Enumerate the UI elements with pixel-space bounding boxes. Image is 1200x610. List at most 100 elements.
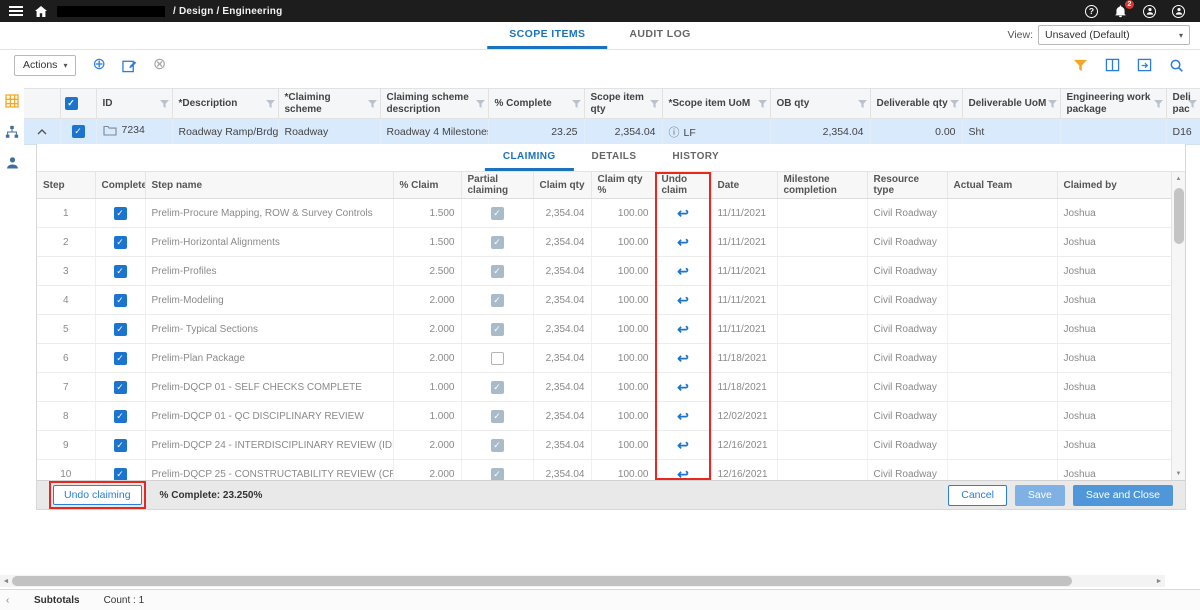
tab-scope-items[interactable]: SCOPE ITEMS [487,22,607,49]
help-icon[interactable]: ? [1084,4,1099,19]
column-header-claiming-scheme-description[interactable]: Claiming scheme description [380,89,488,119]
undo-claim-button[interactable]: ↩ [677,351,689,365]
detail-column-header-claim[interactable]: % Claim [393,172,461,199]
undo-claim-button[interactable]: ↩ [677,409,689,423]
partial-claiming-checkbox[interactable]: ✓ [491,323,504,336]
edit-icon[interactable] [122,58,137,73]
detail-column-header-claimed-by[interactable]: Claimed by [1057,172,1173,199]
complete-checkbox[interactable]: ✓ [114,207,127,220]
undo-claim-button[interactable]: ↩ [677,467,689,481]
info-icon[interactable]: ⓘ [669,127,680,139]
cancel-icon[interactable]: ⊗ [153,57,166,73]
undo-claim-button[interactable]: ↩ [677,206,689,220]
partial-claiming-checkbox[interactable]: ✓ [491,410,504,423]
save-button[interactable]: Save [1015,485,1065,506]
save-and-close-button[interactable]: Save and Close [1073,485,1173,506]
partial-claiming-checkbox[interactable]: ✓ [491,468,504,481]
column-header-deli-pac[interactable]: Deli pac [1166,89,1200,119]
partial-claiming-checkbox[interactable]: ✓ [491,265,504,278]
row-expander[interactable] [24,119,60,145]
detail-column-header-resource-type[interactable]: Resource type [867,172,947,199]
collapse-left-icon[interactable]: ‹ [6,595,9,606]
column-chooser-icon[interactable] [1105,58,1120,72]
view-select[interactable]: Unsaved (Default) ▾ [1038,25,1190,45]
column-filter-icon[interactable] [160,100,169,108]
profile-icon[interactable] [1171,4,1186,19]
column-header-ob-qty[interactable]: OB qty [770,89,870,119]
resources-view-icon[interactable] [6,156,19,169]
column-header-claiming-scheme[interactable]: *Claiming scheme [278,89,380,119]
complete-checkbox[interactable]: ✓ [114,236,127,249]
column-header-deliverable-qty[interactable]: Deliverable qty [870,89,962,119]
filter-icon[interactable] [1073,59,1088,72]
select-all-checkbox[interactable]: ✓ [65,97,78,110]
undo-claim-button[interactable]: ↩ [677,380,689,394]
scroll-right-icon[interactable]: ► [1153,578,1165,585]
column-filter-icon[interactable] [950,100,959,108]
scroll-left-icon[interactable]: ◄ [0,578,12,585]
column-filter-icon[interactable] [572,100,581,108]
partial-claiming-checkbox[interactable]: ✓ [491,207,504,220]
detail-column-header-step-name[interactable]: Step name [145,172,393,199]
column-filter-icon[interactable] [758,100,767,108]
detail-column-header-date[interactable]: Date [711,172,777,199]
saved-views-icon[interactable] [1137,58,1152,72]
partial-claiming-checkbox[interactable] [491,352,504,365]
detail-column-header-milestone-completion[interactable]: Milestone completion [777,172,867,199]
notifications-bell-icon[interactable]: 2 [1113,4,1128,19]
column-filter-icon[interactable] [266,100,275,108]
column-header-scope-item-qty[interactable]: Scope item qty [584,89,662,119]
undo-claim-button[interactable]: ↩ [677,235,689,249]
tab-history[interactable]: HISTORY [654,144,737,171]
column-filter-icon[interactable] [476,100,485,108]
undo-claiming-button[interactable]: Undo claiming [53,485,142,505]
column-header-engineering-work-package[interactable]: Engineering work package [1060,89,1166,119]
horizontal-scroll-thumb[interactable] [12,576,1072,586]
scroll-up-icon[interactable]: ▲ [1172,172,1185,185]
hamburger-menu-icon[interactable] [9,6,23,16]
column-filter-icon[interactable] [1048,100,1057,108]
column-filter-icon[interactable] [858,100,867,108]
tab-details[interactable]: DETAILS [574,144,655,171]
complete-checkbox[interactable]: ✓ [114,410,127,423]
complete-checkbox[interactable]: ✓ [114,294,127,307]
column-header-scope-item-uom[interactable]: *Scope item UoM [662,89,770,119]
scroll-thumb[interactable] [1174,188,1184,244]
detail-column-header-claim-qty[interactable]: Claim qty [533,172,591,199]
user-account-icon[interactable] [1142,4,1157,19]
tab-claiming[interactable]: CLAIMING [485,144,574,171]
horizontal-scrollbar[interactable]: ◄ ► [0,575,1165,587]
scroll-down-icon[interactable]: ▼ [1172,467,1185,480]
partial-claiming-checkbox[interactable]: ✓ [491,236,504,249]
row-checkbox[interactable]: ✓ [72,125,85,138]
tab-audit-log[interactable]: AUDIT LOG [607,22,712,49]
actions-button[interactable]: Actions ▾ [14,55,76,76]
partial-claiming-checkbox[interactable]: ✓ [491,381,504,394]
complete-checkbox[interactable]: ✓ [114,381,127,394]
undo-claim-button[interactable]: ↩ [677,264,689,278]
detail-column-header-complete[interactable]: Complete [95,172,145,199]
add-icon[interactable]: ⊕ [92,57,105,73]
detail-column-header-undo-claim[interactable]: Undo claim [655,172,711,199]
complete-checkbox[interactable]: ✓ [114,352,127,365]
complete-checkbox[interactable]: ✓ [114,323,127,336]
column-filter-icon[interactable] [368,100,377,108]
column-filter-icon[interactable] [650,100,659,108]
column-filter-icon[interactable] [1188,100,1197,108]
complete-checkbox[interactable]: ✓ [114,265,127,278]
detail-vertical-scrollbar[interactable]: ▲ ▼ [1171,172,1185,480]
search-icon[interactable] [1169,58,1184,73]
detail-column-header-claim-qty[interactable]: Claim qty % [591,172,655,199]
partial-claiming-checkbox[interactable]: ✓ [491,294,504,307]
undo-claim-button[interactable]: ↩ [677,322,689,336]
detail-column-header-step[interactable]: Step [37,172,95,199]
undo-claim-button[interactable]: ↩ [677,293,689,307]
partial-claiming-checkbox[interactable]: ✓ [491,439,504,452]
column-header-description[interactable]: *Description [172,89,278,119]
column-filter-icon[interactable] [1154,100,1163,108]
detail-column-header-partial-claiming[interactable]: Partial claiming [461,172,533,199]
home-icon[interactable] [35,6,47,17]
grid-view-icon[interactable] [5,94,19,108]
scope-item-row[interactable]: ✓ 7234 Roadway Ramp/Brdg ... Roadway Roa… [24,119,1200,145]
column-header-id[interactable]: ID [96,89,172,119]
